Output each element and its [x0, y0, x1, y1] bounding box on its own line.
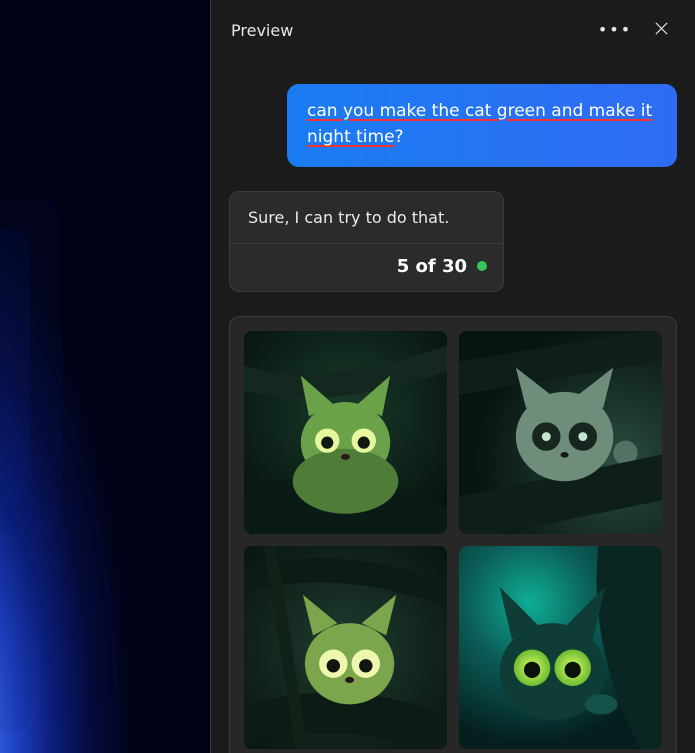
result-image-1[interactable]: [244, 331, 447, 534]
image-grid: [244, 331, 662, 749]
desktop-wallpaper: [0, 0, 210, 753]
panel-header: Preview •••: [211, 0, 695, 60]
result-image-2[interactable]: [459, 331, 662, 534]
conversation-scroll[interactable]: can you make the cat green and make it n…: [211, 60, 695, 753]
panel-title: Preview: [231, 21, 599, 40]
bot-reply-footer: 5 of 30: [230, 244, 503, 291]
more-button[interactable]: •••: [599, 14, 631, 46]
result-image-3[interactable]: [244, 546, 447, 749]
result-image-4[interactable]: [459, 546, 662, 749]
bot-reply-card: Sure, I can try to do that. 5 of 30: [229, 191, 504, 292]
status-dot-icon: [477, 261, 487, 271]
more-icon: •••: [598, 22, 632, 38]
user-message-bubble: can you make the cat green and make it n…: [287, 84, 677, 167]
message-counter: 5 of 30: [397, 256, 467, 277]
preview-panel: Preview ••• can you make the cat green a…: [210, 0, 695, 753]
image-result-card: "a green cat stuck in a tree looking sca…: [229, 316, 677, 753]
close-button[interactable]: [645, 14, 677, 46]
user-message-row: can you make the cat green and make it n…: [229, 84, 677, 167]
bot-reply-text: Sure, I can try to do that.: [230, 192, 503, 243]
close-icon: [654, 21, 669, 40]
